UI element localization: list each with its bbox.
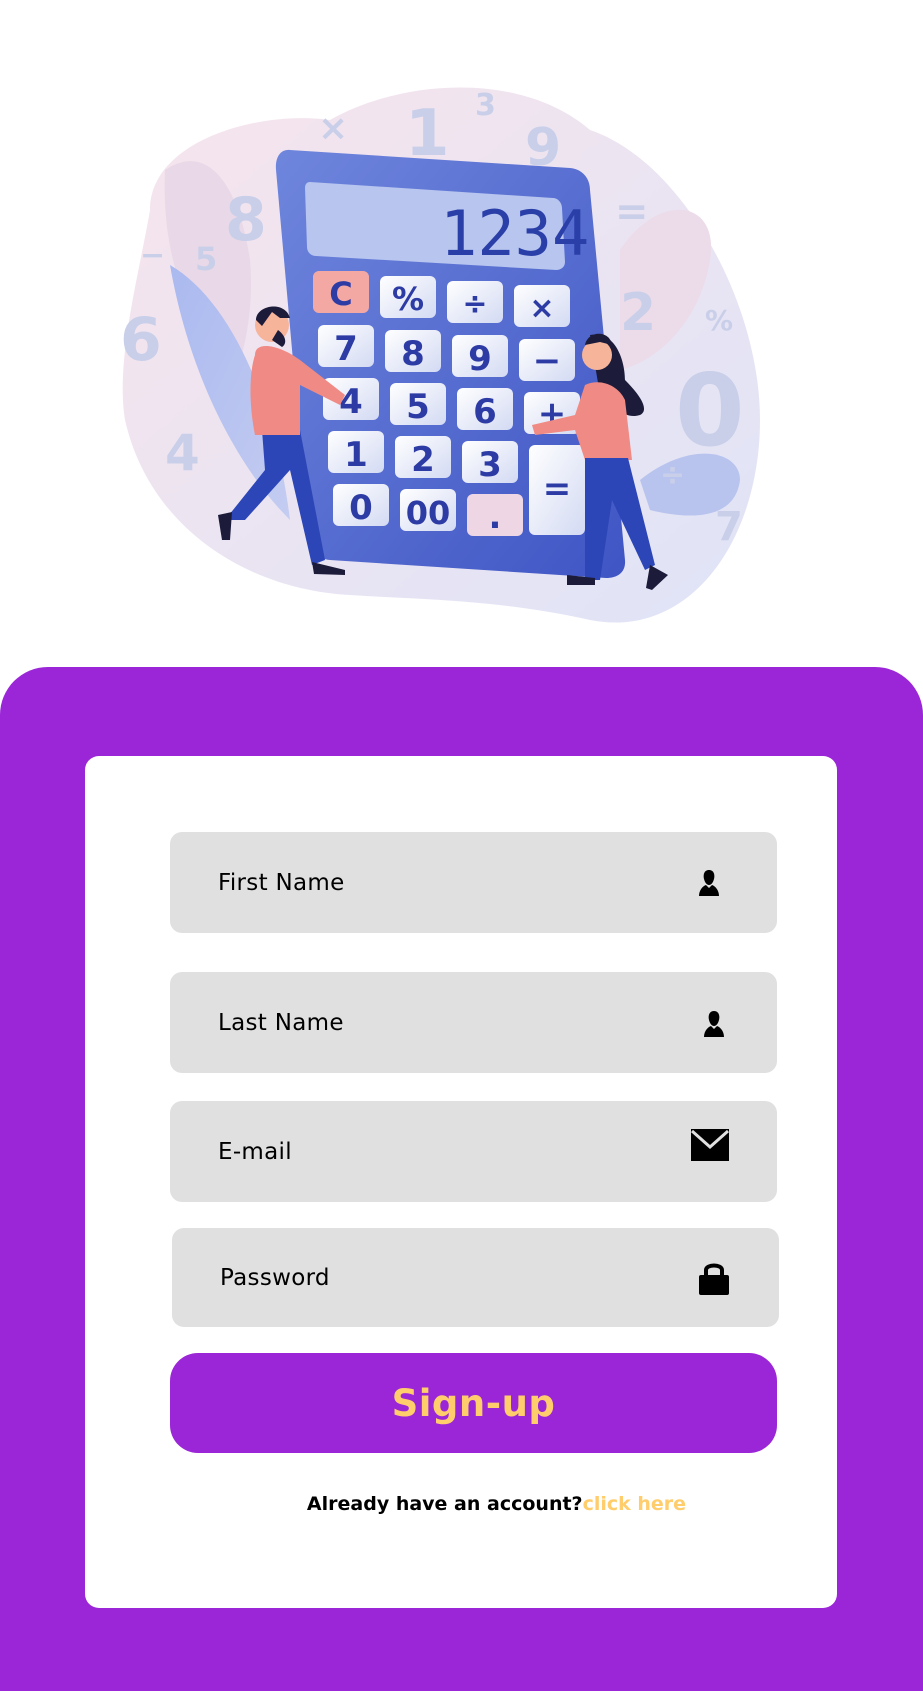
svg-text:5: 5 xyxy=(195,240,217,278)
svg-text:=: = xyxy=(615,189,649,235)
svg-text:−: − xyxy=(140,238,165,273)
svg-text:8: 8 xyxy=(225,185,267,255)
svg-text:7: 7 xyxy=(334,329,358,369)
calculator-illustration-art: 1 9 3 8 5 6 4 2 0 7 × = % ÷ − 1234 C % ÷… xyxy=(120,87,760,623)
svg-text:.: . xyxy=(489,497,502,537)
svg-text:2: 2 xyxy=(411,440,435,480)
first-name-field[interactable]: First Name xyxy=(170,832,777,933)
svg-text:9: 9 xyxy=(468,339,492,379)
svg-text:4: 4 xyxy=(339,382,363,422)
email-label: E-mail xyxy=(218,1138,292,1165)
svg-text:3: 3 xyxy=(478,445,502,485)
svg-text:4: 4 xyxy=(165,424,200,482)
svg-text:00: 00 xyxy=(406,494,451,532)
user-icon xyxy=(698,869,720,901)
svg-text:7: 7 xyxy=(715,504,743,550)
calculator-display: 1234 xyxy=(440,197,589,270)
calculator-illustration: 1 9 3 8 5 6 4 2 0 7 × = % ÷ − 1234 C % ÷… xyxy=(0,0,923,660)
svg-text:2: 2 xyxy=(620,283,656,343)
svg-text:6: 6 xyxy=(120,305,162,375)
svg-text:0: 0 xyxy=(675,352,745,469)
svg-text:÷: ÷ xyxy=(660,458,685,493)
user-icon xyxy=(703,1010,725,1042)
svg-text:8: 8 xyxy=(401,334,425,374)
svg-text:C: C xyxy=(329,275,352,313)
last-name-field[interactable]: Last Name xyxy=(170,972,777,1073)
envelope-icon xyxy=(691,1129,729,1165)
svg-text:=: = xyxy=(543,469,572,509)
svg-text:3: 3 xyxy=(475,88,496,123)
email-field[interactable]: E-mail xyxy=(170,1101,777,1202)
svg-text:×: × xyxy=(318,108,348,149)
svg-text:6: 6 xyxy=(473,392,497,432)
lock-icon xyxy=(698,1261,730,1299)
svg-text:%: % xyxy=(705,304,733,337)
svg-text:%: % xyxy=(392,280,424,318)
svg-text:−: − xyxy=(533,341,562,381)
svg-text:1: 1 xyxy=(344,435,368,475)
password-label: Password xyxy=(220,1264,330,1291)
last-name-label: Last Name xyxy=(218,1009,344,1036)
account-prompt: Already have an account?click here xyxy=(0,1493,923,1515)
svg-text:×: × xyxy=(529,291,554,326)
svg-text:0: 0 xyxy=(349,488,373,528)
svg-text:÷: ÷ xyxy=(462,287,487,322)
login-link[interactable]: click here xyxy=(583,1493,686,1515)
password-field[interactable]: Password xyxy=(172,1228,779,1327)
account-prompt-text: Already have an account? xyxy=(306,1493,583,1515)
signup-button[interactable]: Sign-up xyxy=(170,1353,777,1453)
svg-text:5: 5 xyxy=(406,387,430,427)
first-name-label: First Name xyxy=(218,869,345,896)
